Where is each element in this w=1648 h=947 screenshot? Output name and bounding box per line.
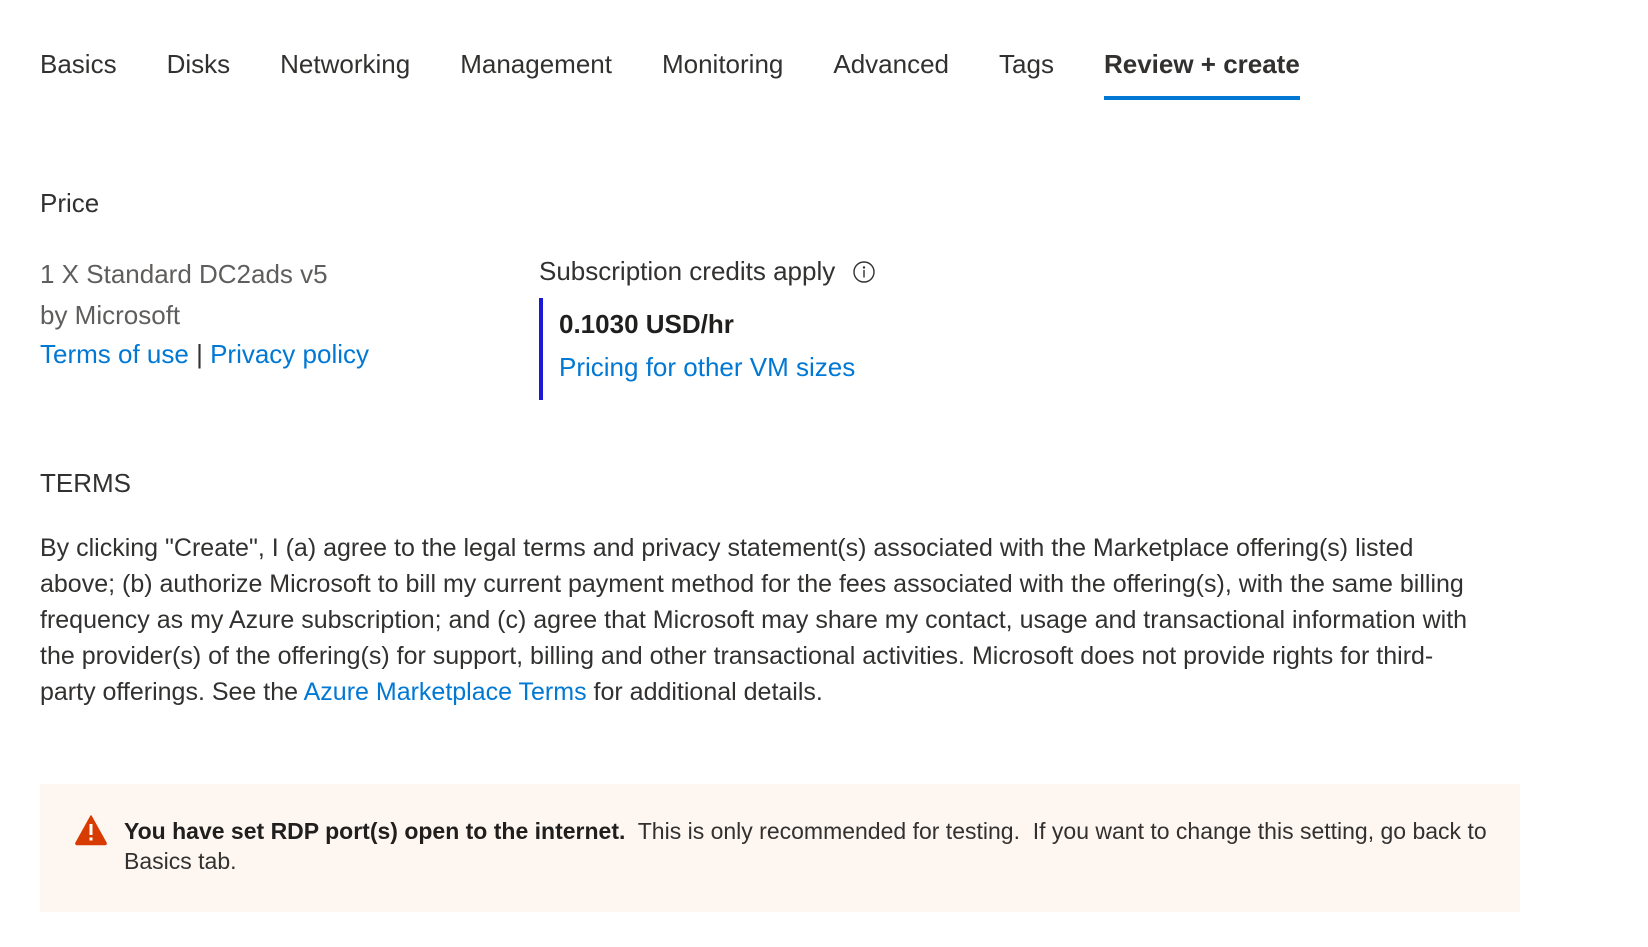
tab-review-create[interactable]: Review + create: [1103, 46, 1300, 100]
warning-title: You have set RDP port(s) open to the int…: [124, 818, 626, 844]
terms-section-title: TERMS: [40, 468, 131, 498]
azure-marketplace-terms-link[interactable]: Azure Marketplace Terms: [304, 678, 587, 706]
subscription-credits: Subscription credits apply: [539, 256, 875, 287]
price-box: 0.1030 USD/hr Pricing for other VM sizes: [539, 298, 855, 400]
product-name: 1 X Standard DC2ads v5: [40, 259, 328, 289]
tab-networking[interactable]: Networking: [280, 46, 410, 100]
tab-monitoring[interactable]: Monitoring: [662, 46, 783, 100]
wizard-tabs: Basics Disks Networking Management Monit…: [40, 46, 1350, 102]
tab-basics[interactable]: Basics: [40, 46, 117, 100]
tab-tags[interactable]: Tags: [999, 46, 1054, 100]
tab-disks[interactable]: Disks: [167, 46, 231, 100]
tab-advanced[interactable]: Advanced: [833, 46, 949, 100]
link-separator: |: [196, 339, 203, 369]
pricing-other-sizes-link[interactable]: Pricing for other VM sizes: [559, 352, 855, 382]
terms-tail: for additional details.: [586, 678, 823, 706]
price-section-title: Price: [40, 188, 100, 218]
review-create-page: Basics Disks Networking Management Monit…: [0, 0, 1648, 947]
warning-icon: [74, 814, 108, 846]
privacy-policy-link[interactable]: Privacy policy: [210, 339, 369, 369]
rdp-warning-banner: You have set RDP port(s) open to the int…: [40, 784, 1520, 912]
price-rate: 0.1030 USD/hr: [559, 309, 734, 339]
product-publisher: by Microsoft: [40, 300, 181, 330]
info-icon[interactable]: [853, 259, 875, 283]
terms-of-use-link[interactable]: Terms of use: [40, 339, 189, 369]
credits-label: Subscription credits apply: [539, 256, 836, 286]
product-info: 1 X Standard DC2ads v5 by Microsoft Term…: [40, 253, 369, 373]
warning-message: You have set RDP port(s) open to the int…: [124, 816, 1504, 876]
terms-text: By clicking "Create", I (a) agree to the…: [40, 530, 1480, 710]
product-links: Terms of use | Privacy policy: [40, 335, 369, 373]
tab-management[interactable]: Management: [460, 46, 612, 100]
